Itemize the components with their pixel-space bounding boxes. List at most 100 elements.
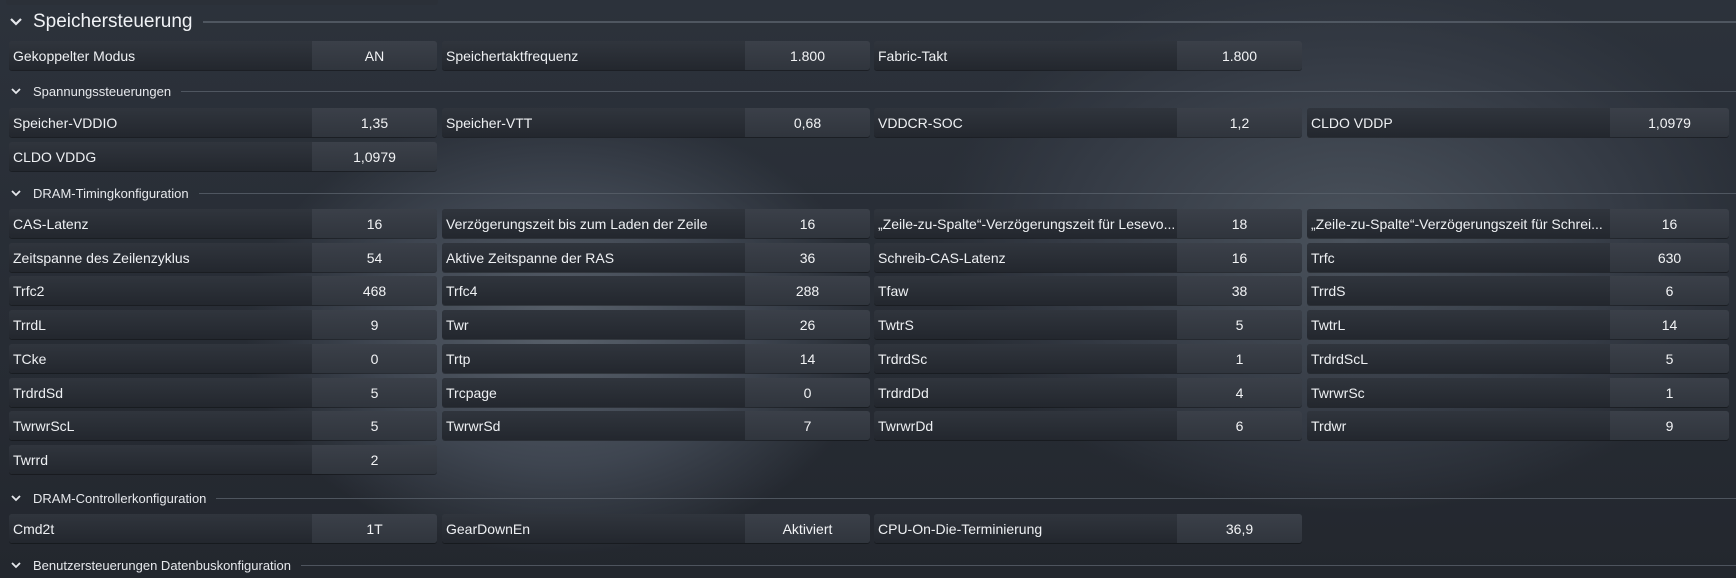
timing-setting[interactable]: „Zeile-zu-Spalte“-Verzögerungszeit für S… [1307, 209, 1729, 238]
timing-setting[interactable]: TwtrS 5 [874, 310, 1302, 339]
setting-value[interactable]: 26 [745, 310, 870, 339]
setting-value[interactable]: Aktiviert [745, 514, 870, 543]
section-memory-control[interactable]: Speichersteuerung [0, 9, 1736, 35]
timing-setting[interactable]: TrrdL 9 [9, 310, 437, 339]
setting-value[interactable]: 16 [1177, 243, 1302, 272]
timing-setting[interactable]: Twrrd 2 [9, 445, 437, 474]
timing-setting[interactable]: TwtrL 14 [1307, 310, 1729, 339]
timing-setting[interactable]: Trtp 14 [442, 344, 870, 373]
setting-value[interactable]: 288 [745, 276, 870, 305]
timing-setting[interactable]: Schreib-CAS-Latenz 16 [874, 243, 1302, 272]
section-title: DRAM-Controllerkonfiguration [33, 490, 207, 506]
setting-label: TrrdL [9, 310, 312, 339]
setting-value[interactable]: 9 [312, 310, 437, 339]
setting-value[interactable]: 1.800 [745, 41, 870, 70]
timing-setting[interactable]: Zeitspanne des Zeilenzyklus 54 [9, 243, 437, 272]
setting-value[interactable]: 5 [1177, 310, 1302, 339]
setting-coupled-mode[interactable]: Gekoppelter Modus AN [9, 41, 437, 70]
setting-value[interactable]: 14 [745, 344, 870, 373]
setting-value[interactable]: 1,2 [1177, 108, 1302, 137]
setting-voltage[interactable]: VDDCR-SOC 1,2 [874, 108, 1302, 137]
section-dram-timing[interactable]: DRAM-Timingkonfiguration [0, 185, 1736, 201]
section-voltage-control[interactable]: Spannungssteuerungen [0, 83, 1736, 99]
setting-value[interactable]: 14 [1610, 310, 1729, 339]
setting-value[interactable]: 5 [312, 411, 437, 440]
timing-setting[interactable]: TrdrdSc 1 [874, 344, 1302, 373]
setting-value[interactable]: 5 [1610, 344, 1729, 373]
setting-voltage[interactable]: Speicher-VTT 0,68 [442, 108, 870, 137]
setting-value[interactable]: 1,0979 [1610, 108, 1729, 137]
section-dram-controller[interactable]: DRAM-Controllerkonfiguration [0, 490, 1736, 506]
timing-setting[interactable]: Aktive Zeitspanne der RAS 36 [442, 243, 870, 272]
chevron-down-icon[interactable] [9, 558, 23, 572]
timing-setting[interactable]: TrdrdDd 4 [874, 378, 1302, 407]
setting-value[interactable]: 1,0979 [312, 142, 437, 171]
setting-value[interactable]: 5 [312, 378, 437, 407]
setting-value[interactable]: 468 [312, 276, 437, 305]
timing-setting[interactable]: TrdrdSd 5 [9, 378, 437, 407]
divider [202, 21, 1736, 23]
setting-value[interactable]: 1,35 [312, 108, 437, 137]
setting-value[interactable]: 36,9 [1177, 514, 1302, 543]
setting-value[interactable]: 16 [745, 209, 870, 238]
setting-value[interactable]: 36 [745, 243, 870, 272]
chevron-down-icon[interactable] [9, 186, 23, 200]
setting-value[interactable]: 2 [312, 445, 437, 474]
scroll-top-edge [6, 0, 438, 5]
setting-label: Aktive Zeitspanne der RAS [442, 243, 745, 272]
setting-value[interactable]: 1 [1177, 344, 1302, 373]
setting-fabric-clock[interactable]: Fabric-Takt 1.800 [874, 41, 1302, 70]
chevron-down-icon[interactable] [9, 491, 23, 505]
timing-setting[interactable]: TrdrdScL 5 [1307, 344, 1729, 373]
setting-value[interactable]: 4 [1177, 378, 1302, 407]
setting-value[interactable]: 38 [1177, 276, 1302, 305]
setting-value[interactable]: 0 [745, 378, 870, 407]
setting-cpu-odt[interactable]: CPU-On-Die-Terminierung 36,9 [874, 514, 1302, 543]
timing-setting[interactable]: TrrdS 6 [1307, 276, 1729, 305]
setting-value[interactable]: 6 [1177, 411, 1302, 440]
timing-setting[interactable]: TCke 0 [9, 344, 437, 373]
setting-label: TCke [9, 344, 312, 373]
setting-value[interactable]: 16 [312, 209, 437, 238]
chevron-down-icon[interactable] [9, 15, 23, 29]
setting-label: Speichertaktfrequenz [442, 41, 745, 70]
setting-memory-clock[interactable]: Speichertaktfrequenz 1.800 [442, 41, 870, 70]
setting-value[interactable]: 54 [312, 243, 437, 272]
setting-value[interactable]: 1.800 [1177, 41, 1302, 70]
setting-value[interactable]: 630 [1610, 243, 1729, 272]
setting-value[interactable]: 0,68 [745, 108, 870, 137]
setting-value[interactable]: 18 [1177, 209, 1302, 238]
timing-setting[interactable]: CAS-Latenz 16 [9, 209, 437, 238]
timing-setting[interactable]: Verzögerungszeit bis zum Laden der Zeile… [442, 209, 870, 238]
timing-setting[interactable]: Trfc 630 [1307, 243, 1729, 272]
timing-setting[interactable]: Trcpage 0 [442, 378, 870, 407]
section-title: DRAM-Timingkonfiguration [33, 185, 189, 201]
setting-voltage[interactable]: CLDO VDDG 1,0979 [9, 142, 437, 171]
timing-setting[interactable]: Trfc2 468 [9, 276, 437, 305]
setting-label: Cmd2t [9, 514, 312, 543]
setting-value[interactable]: 0 [312, 344, 437, 373]
setting-voltage[interactable]: CLDO VDDP 1,0979 [1307, 108, 1729, 137]
timing-setting[interactable]: TwrwrSc 1 [1307, 378, 1729, 407]
timing-setting[interactable]: Trdwr 9 [1307, 411, 1729, 440]
section-user-data-bus[interactable]: Benutzersteuerungen Datenbuskonfiguratio… [0, 557, 1736, 573]
timing-setting[interactable]: TwrwrDd 6 [874, 411, 1302, 440]
setting-value[interactable]: 9 [1610, 411, 1729, 440]
setting-geardown[interactable]: GearDownEn Aktiviert [442, 514, 870, 543]
timing-setting[interactable]: Twr 26 [442, 310, 870, 339]
setting-value[interactable]: 1T [312, 514, 437, 543]
timing-setting[interactable]: Tfaw 38 [874, 276, 1302, 305]
chevron-down-icon[interactable] [9, 84, 23, 98]
setting-label: Trdwr [1307, 411, 1610, 440]
setting-value[interactable]: 6 [1610, 276, 1729, 305]
setting-value[interactable]: 7 [745, 411, 870, 440]
setting-voltage[interactable]: Speicher-VDDIO 1,35 [9, 108, 437, 137]
setting-value[interactable]: AN [312, 41, 437, 70]
timing-setting[interactable]: „Zeile-zu-Spalte“-Verzögerungszeit für L… [874, 209, 1302, 238]
timing-setting[interactable]: Trfc4 288 [442, 276, 870, 305]
setting-value[interactable]: 16 [1610, 209, 1729, 238]
timing-setting[interactable]: TwrwrSd 7 [442, 411, 870, 440]
timing-setting[interactable]: TwrwrScL 5 [9, 411, 437, 440]
setting-cmd2t[interactable]: Cmd2t 1T [9, 514, 437, 543]
setting-value[interactable]: 1 [1610, 378, 1729, 407]
